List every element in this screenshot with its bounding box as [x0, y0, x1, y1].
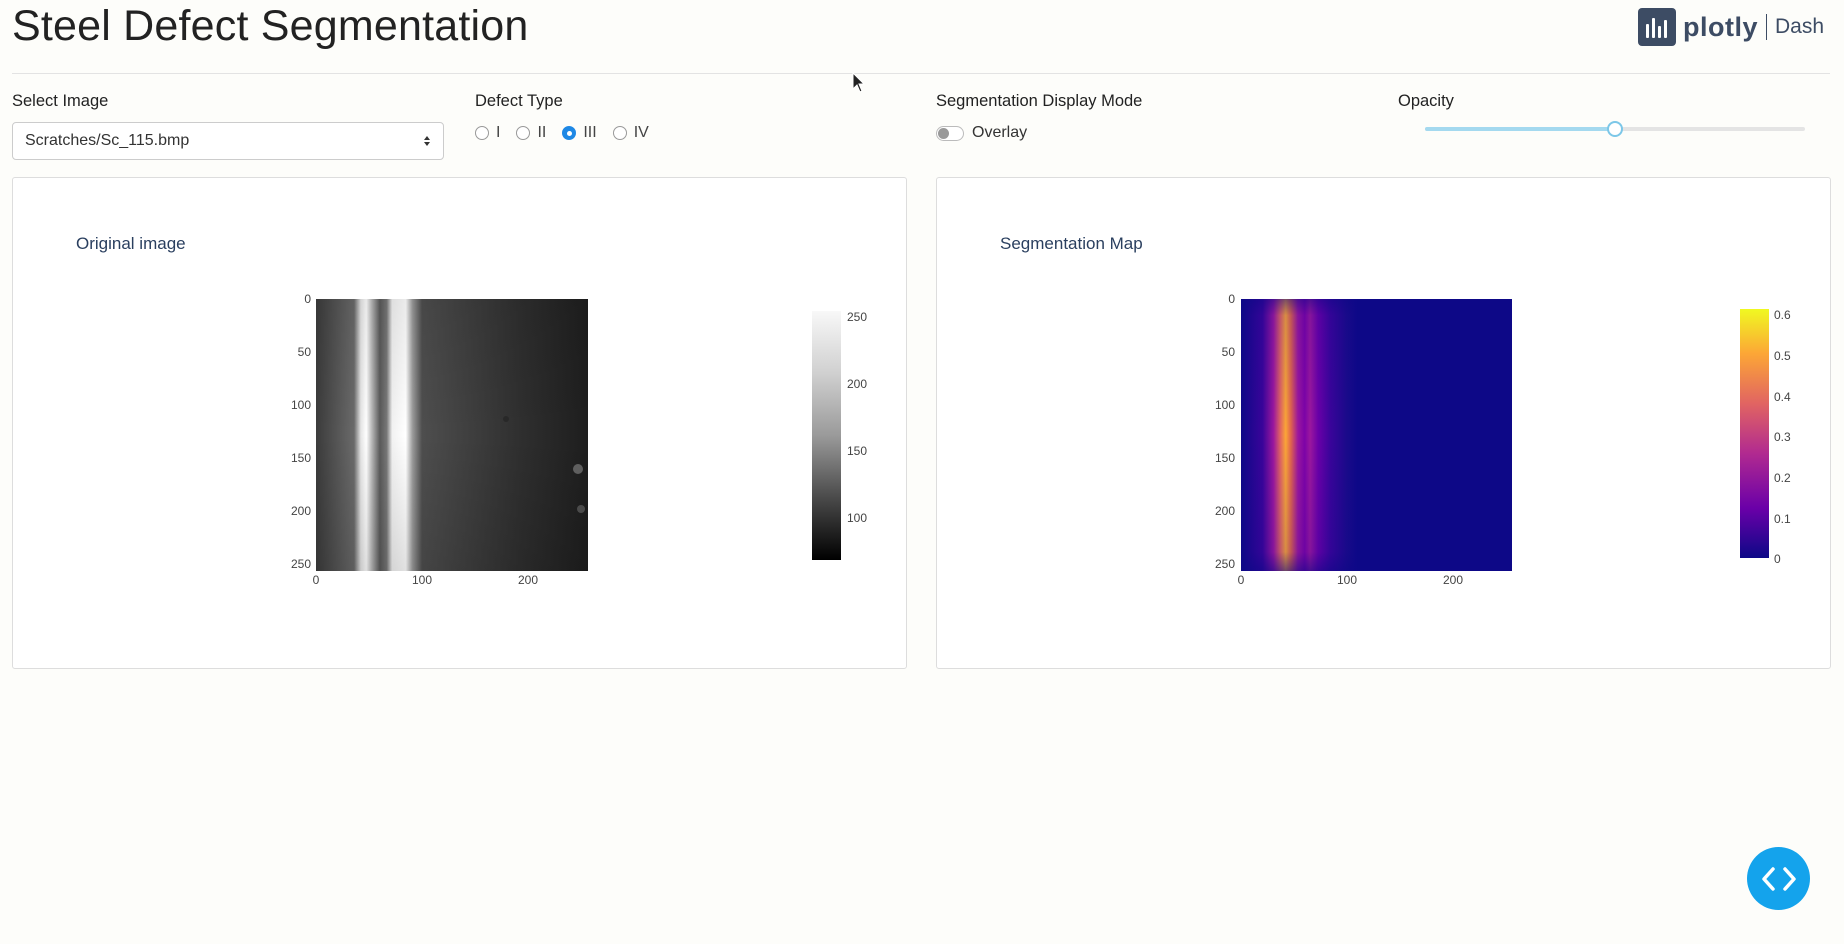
original-image-plot[interactable]: [316, 299, 588, 571]
opacity-slider[interactable]: [1425, 121, 1805, 137]
logo-word: plotly: [1682, 11, 1758, 42]
segmentation-map-title: Segmentation Map: [1000, 234, 1143, 253]
y-tick-label: 50: [297, 345, 311, 359]
defect-type-option-ii[interactable]: II: [516, 124, 546, 142]
defect-type-option-iii[interactable]: III: [562, 124, 597, 142]
original-image-title: Original image: [76, 234, 186, 253]
plotly-dash-logo[interactable]: plotly Dash: [1637, 8, 1824, 46]
radio-button[interactable]: [612, 126, 627, 140]
y-tick-label: 200: [1214, 504, 1235, 518]
select-image-value: Scratches/Sc_115.bmp: [25, 132, 190, 149]
y-tick-label: 100: [290, 398, 311, 412]
grayscale-colorbar: [812, 311, 841, 560]
y-tick-label: 150: [1214, 451, 1235, 465]
overlay-toggle[interactable]: [936, 126, 964, 141]
colorbar-tick-label: 0.4: [1774, 390, 1791, 404]
overlay-toggle-label: Overlay: [972, 124, 1028, 141]
y-tick-label: 0: [1228, 292, 1235, 306]
colorbar-tick-label: 0.6: [1774, 308, 1791, 322]
radio-button[interactable]: [475, 126, 489, 140]
y-tick-label: 50: [1221, 345, 1235, 359]
x-tick-label: 0: [1237, 573, 1245, 587]
defect-type-option-iv[interactable]: IV: [612, 124, 649, 142]
view-code-button[interactable]: [1747, 847, 1810, 910]
mouse-cursor-icon: [852, 72, 866, 93]
x-tick-label: 200: [517, 573, 539, 587]
opacity-slider-fill: [1425, 127, 1615, 131]
colorbar-tick-label: 250: [847, 310, 868, 324]
radio-button-checked[interactable]: [562, 126, 577, 140]
y-tick-label: 0: [304, 292, 311, 306]
opacity-label: Opacity: [1398, 92, 1454, 110]
y-tick-label: 150: [290, 451, 311, 465]
logo-divider: [1765, 14, 1767, 40]
radio-label: I: [496, 124, 501, 141]
sort-arrows-icon: [424, 136, 430, 146]
colorbar-tick-label: 150: [847, 444, 868, 458]
select-image-label: Select Image: [12, 92, 109, 110]
colorbar-tick-label: 0.5: [1774, 349, 1791, 363]
segmentation-map-panel: Segmentation Map 0 50 100 150 200 250 0 …: [936, 177, 1831, 669]
segmentation-map-plot[interactable]: [1241, 299, 1512, 571]
page-title: Steel Defect Segmentation: [12, 2, 529, 50]
colorbar-tick-label: 200: [847, 377, 868, 391]
select-image-dropdown[interactable]: Scratches/Sc_115.bmp: [12, 122, 444, 160]
y-tick-label: 250: [1214, 557, 1235, 571]
opacity-slider-handle[interactable]: [1607, 121, 1623, 137]
x-tick-label: 100: [411, 573, 433, 587]
plasma-colorbar: [1740, 309, 1769, 558]
y-tick-label: 100: [1214, 398, 1235, 412]
original-image-panel: Original image 0 50 100 150 200 250 0 10…: [12, 177, 907, 669]
defect-type-label: Defect Type: [475, 92, 563, 110]
x-tick-label: 200: [1442, 573, 1464, 587]
colorbar-tick-label: 0.1: [1774, 512, 1791, 526]
logo-product: Dash: [1774, 15, 1824, 38]
radio-label: II: [537, 124, 547, 141]
plotly-logo-icon: [1637, 8, 1676, 46]
radio-label: IV: [633, 124, 649, 141]
y-tick-label: 200: [290, 504, 311, 518]
colorbar-tick-label: 0: [1774, 552, 1781, 566]
defect-type-option-i[interactable]: I: [475, 124, 500, 142]
header: Steel Defect Segmentation plotly Dash: [12, 0, 1830, 74]
defect-type-radio-group: I II III IV: [475, 124, 665, 142]
colorbar-tick-label: 100: [847, 511, 868, 525]
radio-label: III: [583, 124, 597, 141]
colorbar-tick-label: 0.2: [1774, 471, 1791, 485]
x-tick-label: 0: [312, 573, 320, 587]
y-tick-label: 250: [290, 557, 311, 571]
colorbar-tick-label: 0.3: [1774, 430, 1791, 444]
display-mode-label: Segmentation Display Mode: [936, 92, 1143, 110]
x-tick-label: 100: [1336, 573, 1358, 587]
code-brackets-icon: [1761, 866, 1796, 891]
toggle-knob: [938, 128, 949, 139]
radio-button[interactable]: [516, 126, 531, 140]
